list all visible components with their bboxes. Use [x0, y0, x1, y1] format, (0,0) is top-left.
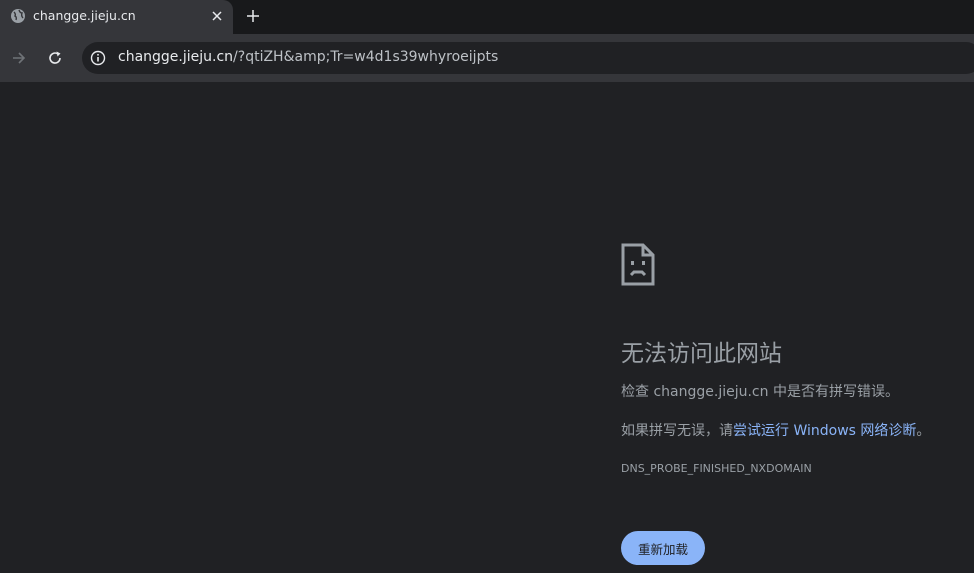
refresh-icon: [49, 51, 61, 64]
tab-active[interactable]: changge.jieju.cn: [0, 0, 233, 34]
reload-button[interactable]: [43, 46, 67, 70]
diagnostics-suffix: 。: [916, 423, 931, 439]
check-suffix: 中是否有拼写错误。: [768, 384, 899, 400]
globe-icon: [10, 8, 26, 24]
url-host: changge.jieju.cn: [118, 49, 234, 65]
address-bar[interactable]: changge.jieju.cn/?qtiZH&amp;Tr=w4d1s39wh…: [82, 42, 974, 74]
close-icon[interactable]: [207, 6, 227, 26]
check-host: changge.jieju.cn: [653, 384, 769, 400]
error-code: DNS_PROBE_FINISHED_NXDOMAIN: [621, 462, 812, 475]
error-heading: 无法访问此网站: [621, 341, 782, 367]
url-path: /?qtiZH&amp;Tr=w4d1s39whyroeijpts: [233, 49, 499, 65]
diagnostics-link[interactable]: 尝试运行 Windows 网络诊断: [733, 423, 916, 439]
url-text[interactable]: changge.jieju.cn/?qtiZH&amp;Tr=w4d1s39wh…: [118, 49, 498, 65]
diagnostics-prefix: 如果拼写无误，请: [621, 423, 733, 439]
error-check-spelling: 检查 changge.jieju.cn 中是否有拼写错误。: [621, 381, 899, 401]
tab-strip: changge.jieju.cn: [0, 0, 974, 34]
tab-title: changge.jieju.cn: [33, 8, 136, 23]
toolbar: changge.jieju.cn/?qtiZH&amp;Tr=w4d1s39wh…: [0, 34, 974, 82]
sad-page-icon: [621, 243, 655, 286]
new-tab-button[interactable]: [243, 6, 263, 26]
error-diagnostics: 如果拼写无误，请尝试运行 Windows 网络诊断。: [621, 420, 930, 440]
forward-button[interactable]: [7, 46, 31, 70]
arrow-right-icon: [13, 52, 26, 64]
error-page: 无法访问此网站 检查 changge.jieju.cn 中是否有拼写错误。 如果…: [0, 82, 974, 573]
info-icon[interactable]: [90, 50, 106, 66]
plus-icon: [247, 10, 259, 22]
reload-page-button[interactable]: 重新加载: [621, 531, 705, 565]
check-prefix: 检查: [621, 384, 654, 400]
